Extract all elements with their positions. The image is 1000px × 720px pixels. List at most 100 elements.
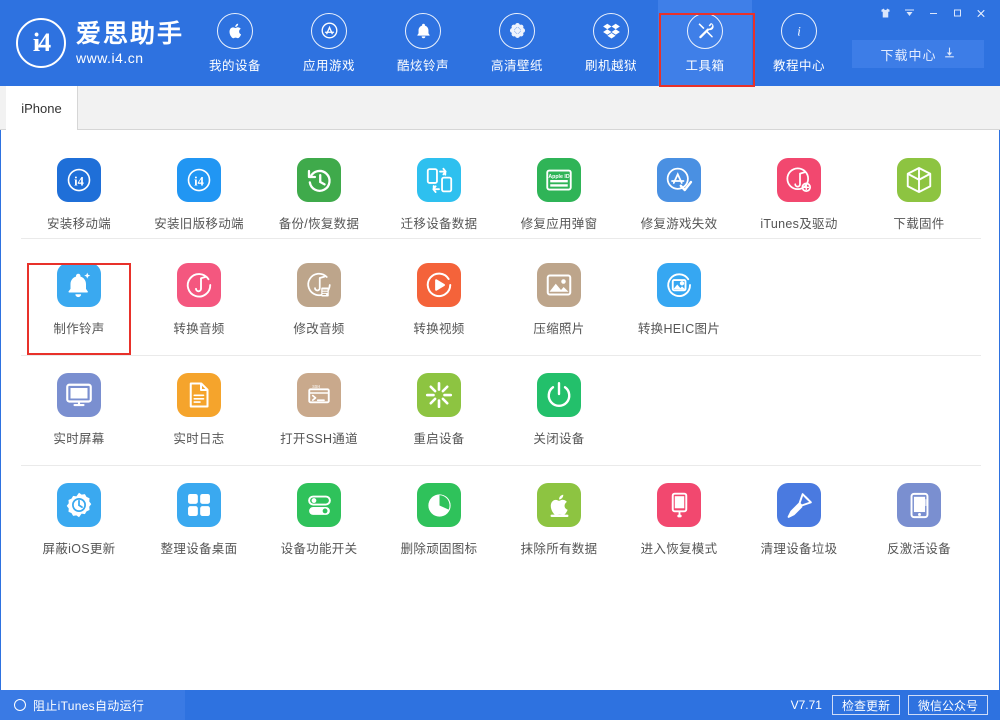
download-center-label: 下载中心 bbox=[880, 45, 936, 64]
tool-label: 修改音频 bbox=[293, 318, 344, 337]
flower-icon bbox=[499, 13, 535, 49]
deactivate-device-icon bbox=[897, 483, 941, 527]
row-divider bbox=[21, 238, 981, 239]
bell-icon bbox=[405, 13, 441, 49]
migrate-device-icon bbox=[417, 158, 461, 202]
nav-item-tutorials[interactable]: i 教程中心 bbox=[752, 0, 846, 86]
backup-restore-icon bbox=[297, 158, 341, 202]
nav-label: 高清壁纸 bbox=[491, 55, 543, 74]
info-icon: i bbox=[781, 13, 817, 49]
tool-item[interactable]: 转换音频 bbox=[147, 263, 251, 351]
tool-item[interactable]: iTunes及驱动 bbox=[747, 158, 851, 246]
i4-assistant-window: i4 爱思助手 www.i4.cn 我的设备 应用游戏 bbox=[0, 0, 1000, 720]
check-update-button[interactable]: 检查更新 bbox=[832, 695, 900, 715]
tool-item[interactable]: 反激活设备 bbox=[867, 483, 971, 571]
brand-text: 爱思助手 www.i4.cn bbox=[76, 22, 184, 65]
tool-item[interactable]: i4安装旧版移动端 bbox=[147, 158, 251, 246]
tool-label: 重启设备 bbox=[413, 428, 464, 447]
tool-label: 进入恢复模式 bbox=[641, 538, 718, 557]
tool-item[interactable]: 进入恢复模式 bbox=[627, 483, 731, 571]
tool-item[interactable]: 清理设备垃圾 bbox=[747, 483, 851, 571]
maximize-icon[interactable] bbox=[946, 3, 968, 23]
brand-url: www.i4.cn bbox=[76, 51, 184, 65]
nav-item-ringtones[interactable]: 酷炫铃声 bbox=[376, 0, 470, 86]
tool-item[interactable]: 转换视频 bbox=[387, 263, 491, 351]
tool-item[interactable]: 制作铃声 bbox=[27, 263, 131, 351]
tool-item[interactable]: 下载固件 bbox=[867, 158, 971, 246]
tool-label: 实时屏幕 bbox=[53, 428, 104, 447]
tool-item[interactable]: i4安装移动端 bbox=[27, 158, 131, 246]
download-icon bbox=[943, 46, 956, 62]
tool-item[interactable]: 备份/恢复数据 bbox=[267, 158, 371, 246]
wechat-official-button[interactable]: 微信公众号 bbox=[908, 695, 988, 715]
tool-item[interactable]: 重启设备 bbox=[387, 373, 491, 461]
tool-item[interactable]: 压缩照片 bbox=[507, 263, 611, 351]
tool-label: 修复应用弹窗 bbox=[521, 213, 598, 232]
logo-mark: i4 bbox=[33, 28, 49, 58]
appstore-icon bbox=[311, 13, 347, 49]
tool-item[interactable]: 抹除所有数据 bbox=[507, 483, 611, 571]
tool-label: 修复游戏失效 bbox=[641, 213, 718, 232]
tool-label: 屏蔽iOS更新 bbox=[43, 538, 116, 557]
nav-label: 教程中心 bbox=[773, 55, 825, 74]
convert-video-icon bbox=[417, 263, 461, 307]
tool-item[interactable]: 实时屏幕 bbox=[27, 373, 131, 461]
feature-toggle-icon bbox=[297, 483, 341, 527]
tool-item[interactable]: Apple ID修复应用弹窗 bbox=[507, 158, 611, 246]
tool-label: 备份/恢复数据 bbox=[279, 213, 360, 232]
close-icon[interactable] bbox=[970, 3, 992, 23]
toolbox-content: i4安装移动端i4安装旧版移动端备份/恢复数据 迁移设备数据Apple ID修复应… bbox=[0, 130, 1000, 690]
nav-item-wallpapers[interactable]: 高清壁纸 bbox=[470, 0, 564, 86]
tool-item[interactable]: 整理设备桌面 bbox=[147, 483, 251, 571]
brand-logo[interactable]: i4 爱思助手 www.i4.cn bbox=[16, 18, 184, 68]
delete-stubborn-icon bbox=[417, 483, 461, 527]
minimize-icon[interactable] bbox=[922, 3, 944, 23]
nav-item-jailbreak[interactable]: 刷机越狱 bbox=[564, 0, 658, 86]
dropbox-icon bbox=[593, 13, 629, 49]
tool-item[interactable]: 屏蔽iOS更新 bbox=[27, 483, 131, 571]
app-header: i4 爱思助手 www.i4.cn 我的设备 应用游戏 bbox=[0, 0, 1000, 86]
tool-label: 清理设备垃圾 bbox=[761, 538, 838, 557]
tool-item[interactable]: 删除顽固图标 bbox=[387, 483, 491, 571]
skin-icon[interactable] bbox=[874, 3, 896, 23]
tool-label: 转换音频 bbox=[173, 318, 224, 337]
download-center-button[interactable]: 下载中心 bbox=[852, 40, 984, 68]
realtime-log-icon bbox=[177, 373, 221, 417]
reboot-device-icon bbox=[417, 373, 461, 417]
nav-item-my-device[interactable]: 我的设备 bbox=[188, 0, 282, 86]
compress-photo-icon bbox=[537, 263, 581, 307]
tool-item[interactable]: 设备功能开关 bbox=[267, 483, 371, 571]
tool-label: 反激活设备 bbox=[887, 538, 951, 557]
tool-item[interactable]: 修复游戏失效 bbox=[627, 158, 731, 246]
version-label: V7.71 bbox=[791, 698, 822, 712]
main-nav: 我的设备 应用游戏 酷炫铃声 bbox=[188, 0, 846, 86]
nav-item-apps-games[interactable]: 应用游戏 bbox=[282, 0, 376, 86]
brand-name: 爱思助手 bbox=[76, 22, 184, 47]
tool-label: 关闭设备 bbox=[533, 428, 584, 447]
convert-heic-icon bbox=[657, 263, 701, 307]
menu-dropdown-icon[interactable] bbox=[898, 3, 920, 23]
tool-label: 转换视频 bbox=[413, 318, 464, 337]
tool-label: 删除顽固图标 bbox=[401, 538, 478, 557]
tool-label: iTunes及驱动 bbox=[760, 213, 837, 232]
recovery-mode-icon bbox=[657, 483, 701, 527]
tool-label: 转换HEIC图片 bbox=[638, 318, 720, 337]
firmware-box-icon bbox=[897, 158, 941, 202]
nav-label: 我的设备 bbox=[209, 55, 261, 74]
fix-game-icon bbox=[657, 158, 701, 202]
tool-item[interactable]: 实时日志 bbox=[147, 373, 251, 461]
clean-junk-icon bbox=[777, 483, 821, 527]
tool-item[interactable]: 迁移设备数据 bbox=[387, 158, 491, 246]
nav-item-toolbox[interactable]: 工具箱 bbox=[658, 0, 752, 86]
tool-item[interactable]: SSH打开SSH通道 bbox=[267, 373, 371, 461]
tool-item[interactable]: 修改音频 bbox=[267, 263, 371, 351]
block-itunes-toggle[interactable]: 阻止iTunes自动运行 bbox=[0, 690, 185, 720]
i4-logo-icon: i4 bbox=[16, 18, 66, 68]
tool-item[interactable]: 转换HEIC图片 bbox=[627, 263, 731, 351]
tool-item[interactable]: 关闭设备 bbox=[507, 373, 611, 461]
block-ios-update-icon bbox=[57, 483, 101, 527]
nav-label: 应用游戏 bbox=[303, 55, 355, 74]
checkbox-icon[interactable] bbox=[14, 699, 26, 711]
tool-label: 设备功能开关 bbox=[281, 538, 358, 557]
tab-iphone[interactable]: iPhone bbox=[6, 86, 78, 130]
